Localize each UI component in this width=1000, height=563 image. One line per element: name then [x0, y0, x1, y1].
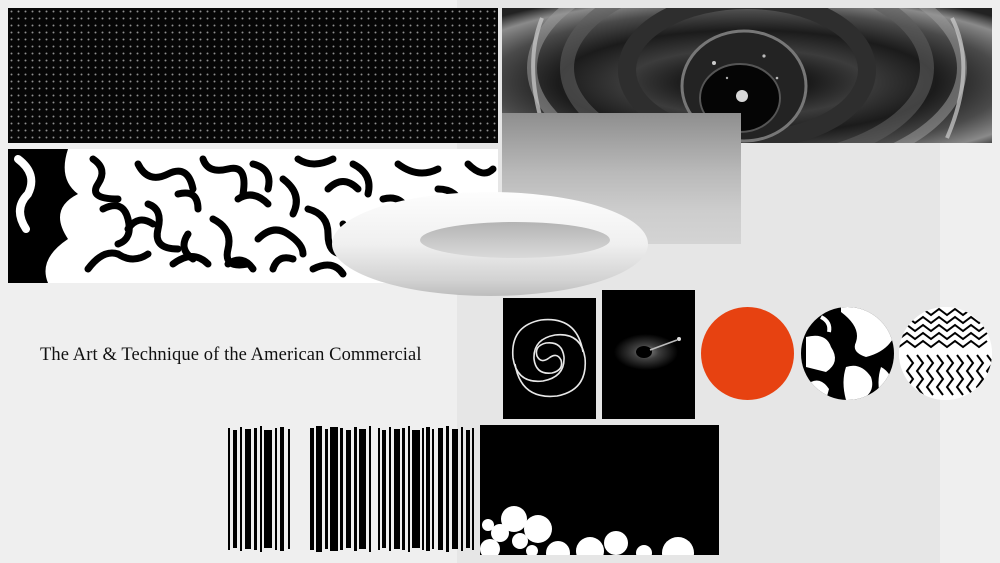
dot-grid-image — [8, 8, 498, 143]
spiral-image — [503, 298, 596, 419]
page-title: The Art & Technique of the American Comm… — [40, 345, 422, 365]
ink-splash-image — [602, 290, 695, 419]
bubbles-image — [480, 425, 719, 555]
zigzag-pattern-circle — [899, 307, 992, 400]
orange-circle — [701, 307, 794, 400]
blob-pattern-circle — [801, 307, 894, 400]
torus-shape — [330, 188, 650, 300]
barcode-image — [226, 424, 475, 554]
